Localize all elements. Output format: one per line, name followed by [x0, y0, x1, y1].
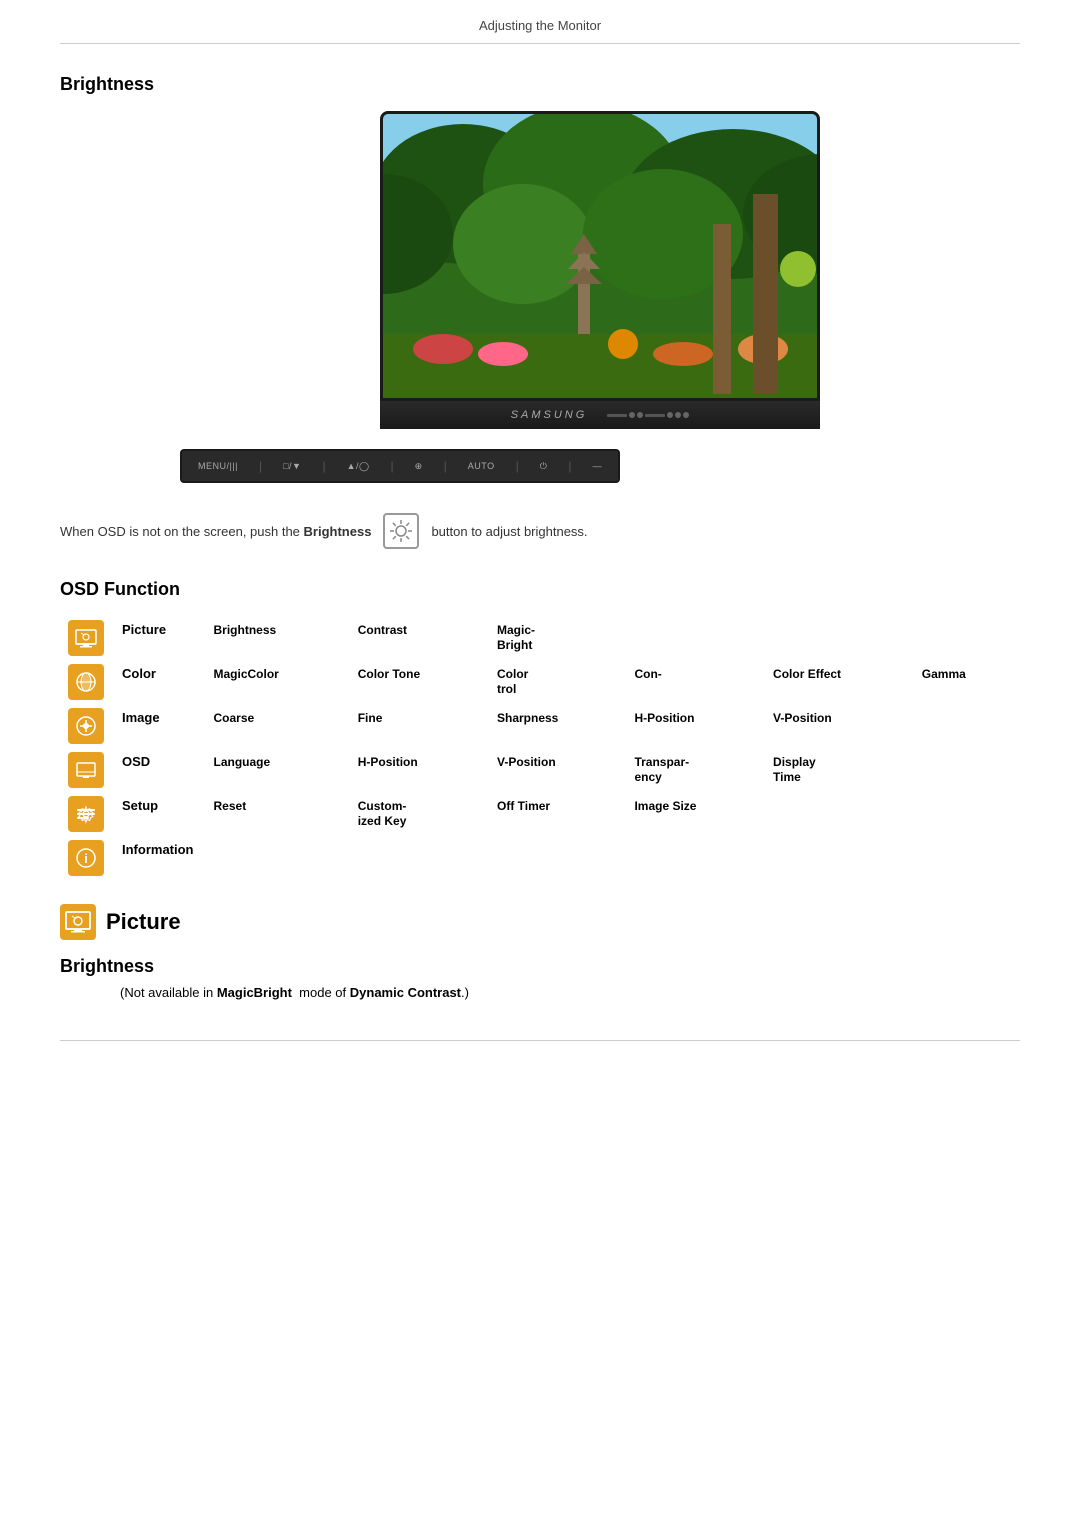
brightness-title: Brightness: [60, 74, 1020, 95]
monitor-controls: [607, 412, 689, 418]
picture-item-brightness: Brightness: [214, 623, 277, 637]
table-row: Image Coarse Fine Sharpness H-Position V…: [60, 704, 1020, 748]
picture-section-title: Picture: [106, 909, 181, 935]
setup-item-imagesize: Image Size: [634, 799, 696, 813]
setup-item-reset: Reset: [214, 799, 247, 813]
osd-power-btn[interactable]: ⏻: [540, 461, 548, 472]
osd-enter-btn[interactable]: ⊕: [415, 461, 423, 472]
information-icon: i: [68, 840, 104, 876]
osd-auto-btn[interactable]: AUTO: [468, 461, 495, 471]
garden-image: [383, 114, 820, 401]
page-container: Adjusting the Monitor Brightness: [0, 0, 1080, 1527]
osd-control-bar: MENU/||| | □/▼ | ▲/◯ | ⊕ | AUTO | ⏻ | —: [180, 449, 620, 483]
table-row: Picture Brightness Contrast Magic-Bright: [60, 616, 1020, 660]
osd-icon: [68, 752, 104, 788]
brightness-sub-title: Brightness: [60, 956, 1020, 977]
brightness-note-end: button to adjust brightness.: [431, 524, 587, 539]
picture-icon: [68, 620, 104, 656]
osd-label: OSD: [122, 754, 150, 769]
note-suffix: .): [461, 985, 469, 1000]
osd-item-transparency: Transpar-ency: [634, 755, 689, 784]
samsung-logo: SAMSUNG: [511, 409, 588, 421]
page-header: Adjusting the Monitor: [60, 0, 1020, 44]
setup-icon: [68, 796, 104, 832]
picture-section-icon: [60, 904, 96, 940]
osd-minus-btn[interactable]: —: [592, 461, 602, 471]
osd-function-table: Picture Brightness Contrast Magic-Bright: [60, 616, 1020, 880]
note-prefix: (Not available in: [120, 985, 217, 1000]
color-item-tone: Color Tone: [358, 667, 420, 681]
color-item-effect: Color Effect: [773, 667, 841, 681]
brightness-note-text: When OSD is not on the screen, push the …: [60, 524, 371, 539]
color-item-magiccolor: MagicColor: [214, 667, 279, 681]
note-dynamic-contrast: Dynamic Contrast: [350, 985, 461, 1000]
setup-item-customkey: Custom-ized Key: [358, 799, 407, 828]
setup-label: Setup: [122, 798, 158, 813]
osd-item-hposition: H-Position: [358, 755, 418, 769]
image-item-sharpness: Sharpness: [497, 711, 558, 725]
color-label: Color: [122, 666, 156, 681]
ctrl-line: [607, 414, 627, 417]
image-label: Image: [122, 710, 160, 725]
osd-menu-btn[interactable]: MENU/|||: [198, 461, 238, 471]
ctrl-dot: [667, 412, 673, 418]
ctrl-dot: [637, 412, 643, 418]
image-item-coarse: Coarse: [214, 711, 255, 725]
information-label: Information: [122, 842, 194, 857]
ctrl-dot: [675, 412, 681, 418]
ctrl-line2: [645, 414, 665, 417]
image-item-fine: Fine: [358, 711, 383, 725]
brightness-sun-icon: [387, 517, 415, 545]
brightness-icon-box: [383, 513, 419, 549]
image-item-vposition: V-Position: [773, 711, 832, 725]
osd-nav2-btn[interactable]: ▲/◯: [347, 461, 370, 472]
svg-text:i: i: [84, 851, 88, 866]
color-item-con: Con-: [634, 667, 661, 681]
image-icon: [68, 708, 104, 744]
color-item-control: Colortrol: [497, 667, 528, 696]
table-row: i Information: [60, 836, 1020, 880]
color-item-gamma: Gamma: [922, 667, 966, 681]
setup-item-offtimer: Off Timer: [497, 799, 550, 813]
osd-item-vposition: V-Position: [497, 755, 556, 769]
osd-item-displaytime: DisplayTime: [773, 755, 816, 784]
table-row: OSD Language H-Position V-Position Trans…: [60, 748, 1020, 792]
color-icon: [68, 664, 104, 700]
osd-item-language: Language: [214, 755, 271, 769]
monitor-screen: [380, 111, 820, 401]
picture-section-header: Picture: [60, 904, 1020, 940]
page-title: Adjusting the Monitor: [479, 18, 601, 33]
image-item-hposition: H-Position: [634, 711, 694, 725]
table-row: Setup Reset Custom-ized Key Off Timer Im…: [60, 792, 1020, 836]
brightness-sub-note: (Not available in MagicBright mode of Dy…: [120, 985, 1020, 1000]
monitor-image-container: SAMSUNG: [180, 111, 1020, 429]
picture-item-contrast: Contrast: [358, 623, 407, 637]
table-row: Color MagicColor Color Tone Colortrol Co…: [60, 660, 1020, 704]
picture-item-magic-bright: Magic-Bright: [497, 623, 535, 652]
bottom-divider: [60, 1040, 1020, 1041]
picture-label: Picture: [122, 622, 166, 637]
ctrl-dot: [629, 412, 635, 418]
ctrl-dot: [683, 412, 689, 418]
note-magicbright: MagicBright: [217, 985, 292, 1000]
monitor-base: SAMSUNG: [380, 401, 820, 429]
note-middle: mode of: [292, 985, 350, 1000]
brightness-note: When OSD is not on the screen, push the …: [60, 513, 1020, 549]
osd-function-title: OSD Function: [60, 579, 1020, 600]
osd-nav-btn[interactable]: □/▼: [283, 461, 301, 471]
